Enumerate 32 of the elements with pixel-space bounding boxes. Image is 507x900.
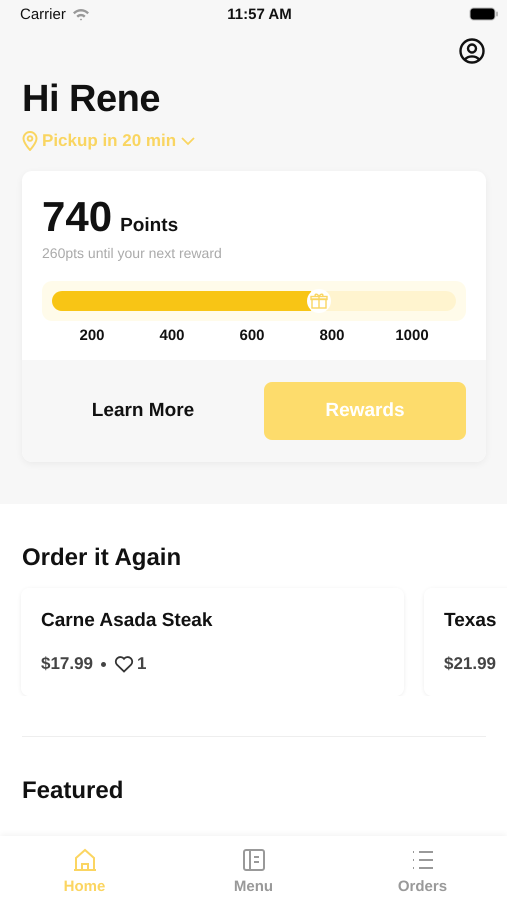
item-price: $21.99 bbox=[444, 654, 496, 674]
greeting: Hi Rene bbox=[22, 78, 160, 121]
item-name: Texas bbox=[444, 610, 498, 632]
heart-icon bbox=[114, 655, 134, 673]
tick-label: 1000 bbox=[394, 327, 430, 344]
tab-item[interactable]: Orders bbox=[338, 836, 507, 900]
tick-label: 200 bbox=[78, 327, 106, 344]
tick-label: 800 bbox=[318, 327, 346, 344]
list-icon bbox=[410, 848, 434, 872]
like-count: 1 bbox=[137, 654, 146, 674]
reward-subtitle: 260pts until your next reward bbox=[42, 245, 222, 261]
book-icon bbox=[242, 848, 266, 872]
tick-label: 600 bbox=[238, 327, 266, 344]
gift-icon bbox=[306, 289, 331, 313]
order-card[interactable]: Texas $21.99 bbox=[424, 588, 507, 696]
tick-label: 400 bbox=[158, 327, 186, 344]
carrier-label: Carrier bbox=[20, 6, 66, 22]
item-name: Carne Asada Steak bbox=[41, 610, 214, 632]
section-title: Order it Again bbox=[22, 544, 182, 572]
tab-item[interactable]: Menu bbox=[169, 836, 338, 900]
dot-icon bbox=[101, 662, 106, 666]
order-card[interactable]: Carne Asada Steak $17.99 1 bbox=[21, 588, 404, 696]
profile-icon[interactable] bbox=[459, 38, 485, 64]
learn-more-button[interactable]: Learn More bbox=[42, 382, 244, 440]
points-label: Points bbox=[120, 215, 178, 237]
wifi-icon bbox=[72, 8, 90, 20]
points-value: 740 bbox=[42, 193, 112, 241]
clock: 11:57 AM bbox=[226, 6, 293, 22]
item-price: $17.99 bbox=[41, 654, 93, 674]
section-title: Featured bbox=[22, 777, 124, 805]
battery-icon bbox=[469, 7, 500, 21]
location-pin-icon bbox=[22, 131, 38, 151]
